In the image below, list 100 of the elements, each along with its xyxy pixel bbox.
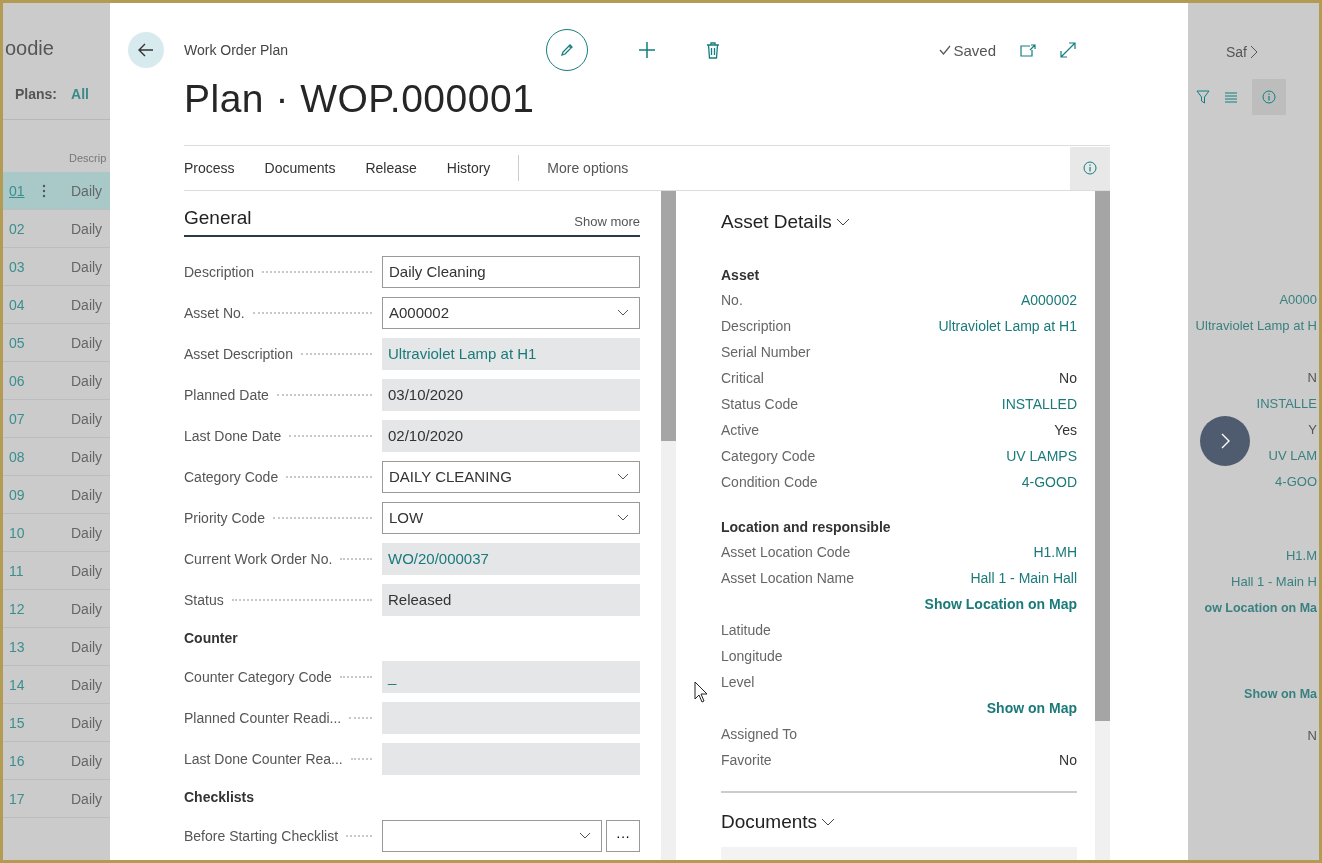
section-title[interactable]: Asset Details xyxy=(721,211,832,233)
field-value: Ultraviolet Lamp at H xyxy=(1195,317,1317,335)
field-label: Planned Date xyxy=(184,386,269,403)
section-title[interactable]: Documents xyxy=(721,811,818,833)
edit-button[interactable] xyxy=(546,29,588,71)
list-row[interactable]: 01 Daily xyxy=(3,172,110,210)
pencil-icon xyxy=(559,42,575,58)
field-label: Asset No. xyxy=(184,304,245,321)
chevron-right-icon xyxy=(1220,433,1230,449)
field-value: N xyxy=(1307,369,1317,387)
scrollbar[interactable] xyxy=(661,191,676,860)
info-icon xyxy=(1262,90,1276,104)
expand-icon[interactable] xyxy=(1060,42,1076,58)
field-label: Category Code xyxy=(721,448,816,464)
field-label: Category Code xyxy=(184,468,279,485)
chevron-down-icon xyxy=(617,514,629,521)
group-heading: Counter xyxy=(184,629,239,648)
field-label: Asset Location Name xyxy=(721,570,855,586)
field-value: N xyxy=(1307,727,1317,745)
chevron-down-icon xyxy=(617,309,629,316)
readonly-field: WO/20/000037 xyxy=(382,542,640,575)
dropdown-field[interactable]: DAILY CLEANING xyxy=(382,460,640,493)
back-button[interactable] xyxy=(128,32,164,68)
dropdown-field[interactable]: A000002 xyxy=(382,296,640,329)
field-value: Y xyxy=(1308,421,1317,439)
scrollbar[interactable] xyxy=(1095,191,1110,860)
field-value: UV LAM xyxy=(1268,447,1317,465)
field-value-link[interactable]: H1.MH xyxy=(1033,544,1077,560)
field-value: A0000 xyxy=(1279,291,1317,309)
more-options-button[interactable]: More options xyxy=(547,160,629,176)
chevron-right-icon[interactable] xyxy=(1250,45,1258,59)
scrollbar-thumb[interactable] xyxy=(661,191,676,441)
open-new-window-icon[interactable] xyxy=(1020,43,1036,57)
field-label: Latitude xyxy=(721,622,771,638)
chevron-down-icon[interactable] xyxy=(835,218,850,226)
field-value: INSTALLE xyxy=(1256,395,1317,413)
page-title: Plan · WOP.000001 xyxy=(184,77,536,122)
field-label: Status Code xyxy=(721,396,799,412)
dropdown-field[interactable]: LOW xyxy=(382,501,640,534)
assist-button[interactable]: ··· xyxy=(606,819,640,852)
field-label: Counter Category Code xyxy=(184,668,332,685)
action-menu-item[interactable]: History xyxy=(446,160,491,176)
input-field[interactable]: Daily Cleaning xyxy=(382,255,640,288)
next-button[interactable] xyxy=(1200,416,1250,466)
add-icon[interactable] xyxy=(638,41,656,59)
field-value-link[interactable]: Ultraviolet Lamp at H1 xyxy=(938,318,1077,334)
group-heading: Location and responsible xyxy=(721,518,892,537)
field-label: Active xyxy=(721,422,760,438)
breadcrumb-item[interactable]: Saf xyxy=(1226,44,1247,60)
show-more-link[interactable]: Show more xyxy=(574,214,640,229)
field-value-link[interactable]: INSTALLED xyxy=(1001,396,1077,412)
checkmark-icon xyxy=(939,45,952,55)
field-label: Longitude xyxy=(721,648,783,664)
mouse-pointer-icon xyxy=(694,681,708,703)
readonly-field: 02/10/2020 xyxy=(382,419,640,452)
filter-label: Plans: xyxy=(15,86,57,102)
dropdown-field[interactable] xyxy=(382,819,602,852)
group-heading: Asset xyxy=(721,266,761,285)
field-label: Critical xyxy=(721,370,764,386)
field-label: Current Work Order No. xyxy=(184,550,333,567)
map-link[interactable]: Show Location on Map xyxy=(924,596,1077,612)
readonly-field: _ xyxy=(382,660,640,693)
group-heading: Checklists xyxy=(184,788,256,807)
field-value-link[interactable]: 4-GOOD xyxy=(1021,474,1077,490)
field-label: Before Starting Checklist xyxy=(184,827,339,844)
scrollbar-thumb[interactable] xyxy=(1095,191,1110,721)
chevron-down-icon xyxy=(579,832,591,839)
field-label: Serial Number xyxy=(721,344,811,360)
readonly-field: Ultraviolet Lamp at H1 xyxy=(382,337,640,370)
saved-status: Saved xyxy=(953,41,996,59)
field-label: Planned Counter Readi... xyxy=(184,709,342,726)
delete-icon[interactable] xyxy=(706,41,720,59)
chevron-down-icon[interactable] xyxy=(821,818,836,826)
action-menu-item[interactable]: Documents xyxy=(264,160,336,176)
field-value: ow Location on Ma xyxy=(1204,600,1317,617)
filter-icon[interactable] xyxy=(1196,90,1210,104)
map-link[interactable]: Show on Map xyxy=(986,700,1077,716)
field-value: Yes xyxy=(1054,422,1077,438)
section-title: General xyxy=(184,207,252,229)
field-label: Favorite xyxy=(721,752,772,768)
more-icon[interactable] xyxy=(42,183,46,198)
field-value-link[interactable]: Hall 1 - Main Hall xyxy=(970,570,1077,586)
field-label: Description xyxy=(184,263,255,280)
action-menu-item[interactable]: Process xyxy=(184,160,235,176)
field-value-link[interactable]: UV LAMPS xyxy=(1006,448,1077,464)
info-button[interactable] xyxy=(1070,146,1110,190)
field-label: Condition Code xyxy=(721,474,818,490)
field-label: Asset Location Code xyxy=(721,544,851,560)
field-label: No. xyxy=(721,292,743,308)
action-menu-item[interactable]: Release xyxy=(365,160,417,176)
field-value-link[interactable]: A000002 xyxy=(1020,292,1077,308)
field-value: No xyxy=(1059,370,1077,386)
back-arrow-icon xyxy=(138,43,154,57)
field-label: Status xyxy=(184,591,224,608)
chevron-down-icon xyxy=(617,473,629,480)
field-label: Priority Code xyxy=(184,509,265,526)
app-title: oodie xyxy=(5,36,54,60)
info-icon xyxy=(1083,161,1097,175)
field-value: Hall 1 - Main H xyxy=(1231,573,1317,591)
field-value: No xyxy=(1059,752,1077,768)
